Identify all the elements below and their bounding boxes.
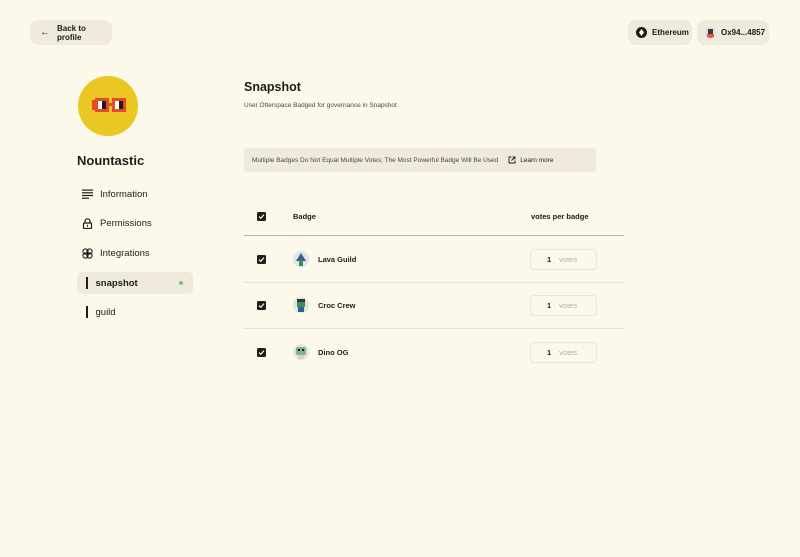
column-header-votes: votes per badge (531, 212, 589, 221)
sidebar-item-label: Integrations (100, 247, 150, 259)
votes-input[interactable]: 1 votes (530, 249, 597, 270)
list-icon (82, 189, 93, 199)
checkmark-icon (258, 257, 265, 263)
votes-input[interactable]: 1 votes (530, 342, 597, 363)
profile-name: Nountastic (77, 153, 145, 168)
votes-input[interactable]: 1 votes (530, 295, 597, 316)
notice-text: Multiple Badges Do Not Equal Multiple Vo… (252, 156, 499, 164)
lock-icon (82, 217, 93, 229)
info-notice: Multiple Badges Do Not Equal Multiple Vo… (244, 148, 596, 172)
arrow-left-icon: ← (40, 26, 50, 38)
ethereum-icon (636, 27, 647, 38)
row-divider (244, 282, 624, 283)
learn-more-link[interactable]: Learn more (508, 156, 554, 164)
sidebar-item-snapshot[interactable]: snapshot (77, 272, 193, 294)
back-to-profile-label: Back to profile (57, 23, 86, 42)
sidebar-item-integrations[interactable]: Integrations (77, 242, 193, 264)
row-divider (244, 328, 624, 329)
badge-name: Lava Guild (318, 255, 357, 264)
network-label: Ethereum (652, 28, 689, 37)
profile-avatar (78, 76, 138, 136)
external-link-icon (508, 156, 516, 164)
votes-unit: votes (559, 255, 578, 264)
page-title: Snapshot (244, 80, 301, 94)
sidebar-item-label: snapshot (95, 277, 138, 289)
wallet-button[interactable]: Ox94...4857 (697, 20, 769, 45)
sidebar-item-label: guild (95, 306, 116, 318)
badge-name: Dino OG (318, 348, 349, 357)
votes-value: 1 (547, 255, 552, 264)
sidebar-item-information[interactable]: Information (77, 183, 193, 205)
lava-guild-badge-icon (293, 251, 309, 267)
wallet-address: Ox94...4857 (721, 28, 766, 37)
croc-crew-badge-icon (293, 297, 309, 313)
checkmark-icon (258, 303, 265, 309)
votes-unit: votes (559, 301, 578, 310)
sidebar-item-label: Permissions (100, 217, 152, 229)
row-checkbox[interactable] (257, 255, 266, 264)
active-status-dot (179, 281, 183, 285)
badge-name: Croc Crew (318, 301, 356, 310)
select-all-checkbox[interactable] (257, 212, 266, 221)
votes-unit: votes (559, 348, 578, 357)
sidebar-item-label: Information (100, 188, 148, 200)
checkmark-icon (258, 350, 265, 356)
votes-value: 1 (547, 301, 552, 310)
column-header-badge: Badge (293, 212, 316, 221)
back-to-profile-button[interactable]: ← Back to profile (30, 20, 112, 45)
table-header-divider (244, 235, 624, 236)
sidebar-item-permissions[interactable]: Permissions (77, 212, 193, 234)
network-button[interactable]: Ethereum (628, 20, 692, 45)
row-checkbox[interactable] (257, 348, 266, 357)
row-checkbox[interactable] (257, 301, 266, 310)
page-subtitle: User Otterspace Badged for governance in… (244, 102, 397, 109)
integrations-icon (82, 247, 93, 259)
votes-value: 1 (547, 348, 552, 357)
sidebar-item-guild[interactable]: guild (77, 301, 193, 323)
noggles-avatar-icon (92, 98, 126, 112)
nav-indicator (86, 277, 88, 289)
learn-more-label: Learn more (520, 156, 554, 164)
nav-indicator (86, 306, 88, 318)
checkmark-icon (258, 214, 265, 220)
dino-og-badge-icon (293, 344, 309, 360)
wallet-avatar-icon (705, 27, 716, 38)
